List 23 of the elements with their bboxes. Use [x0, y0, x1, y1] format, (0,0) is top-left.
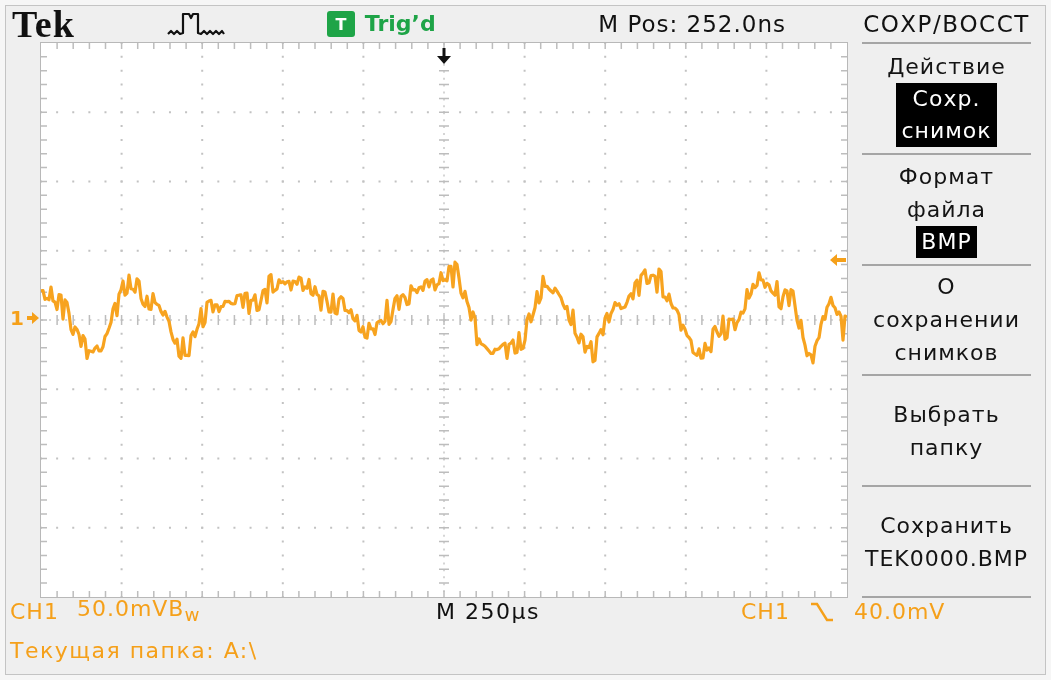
trigger-status: Trig’d — [364, 10, 436, 38]
timebase-readout: M 250µs — [436, 599, 540, 625]
trigger-indicator: T — [326, 11, 355, 37]
left-arrow-icon — [830, 254, 846, 266]
menu-item-label[interactable]: О сохранении снимков — [873, 270, 1020, 370]
channel-label: CH1 — [10, 599, 59, 625]
menu-item-label[interactable]: Выбрать папку — [893, 397, 1000, 464]
menu-item-label[interactable]: Сохранить TEK0000.BMP — [864, 508, 1029, 575]
current-folder-text: Текущая папка: A:\ — [10, 638, 258, 664]
channel-marker-label: 1 — [10, 306, 24, 330]
pulse-wave-icon — [166, 11, 225, 37]
trigger-level-readout: 40.0mV — [853, 599, 946, 625]
trigger-source-label: CH1 — [741, 599, 790, 625]
menu-item-label[interactable]: Формат файла — [898, 160, 995, 227]
menu-item-value[interactable]: Сохр. снимок — [896, 82, 997, 147]
menu-title: СОХР/ВОССТ — [863, 10, 1030, 38]
horizontal-position-readout: M Pos: 252.0ns — [598, 10, 786, 38]
right-arrow-icon — [26, 312, 39, 324]
menu-item-label[interactable]: Действие — [887, 49, 1006, 83]
down-arrow-icon — [436, 48, 452, 64]
vertical-scale-readout: 50.0mVB$_{w}$ — [76, 595, 201, 628]
menu-item-value[interactable]: BMP — [916, 226, 977, 259]
brand-logo: Tek — [12, 7, 75, 41]
